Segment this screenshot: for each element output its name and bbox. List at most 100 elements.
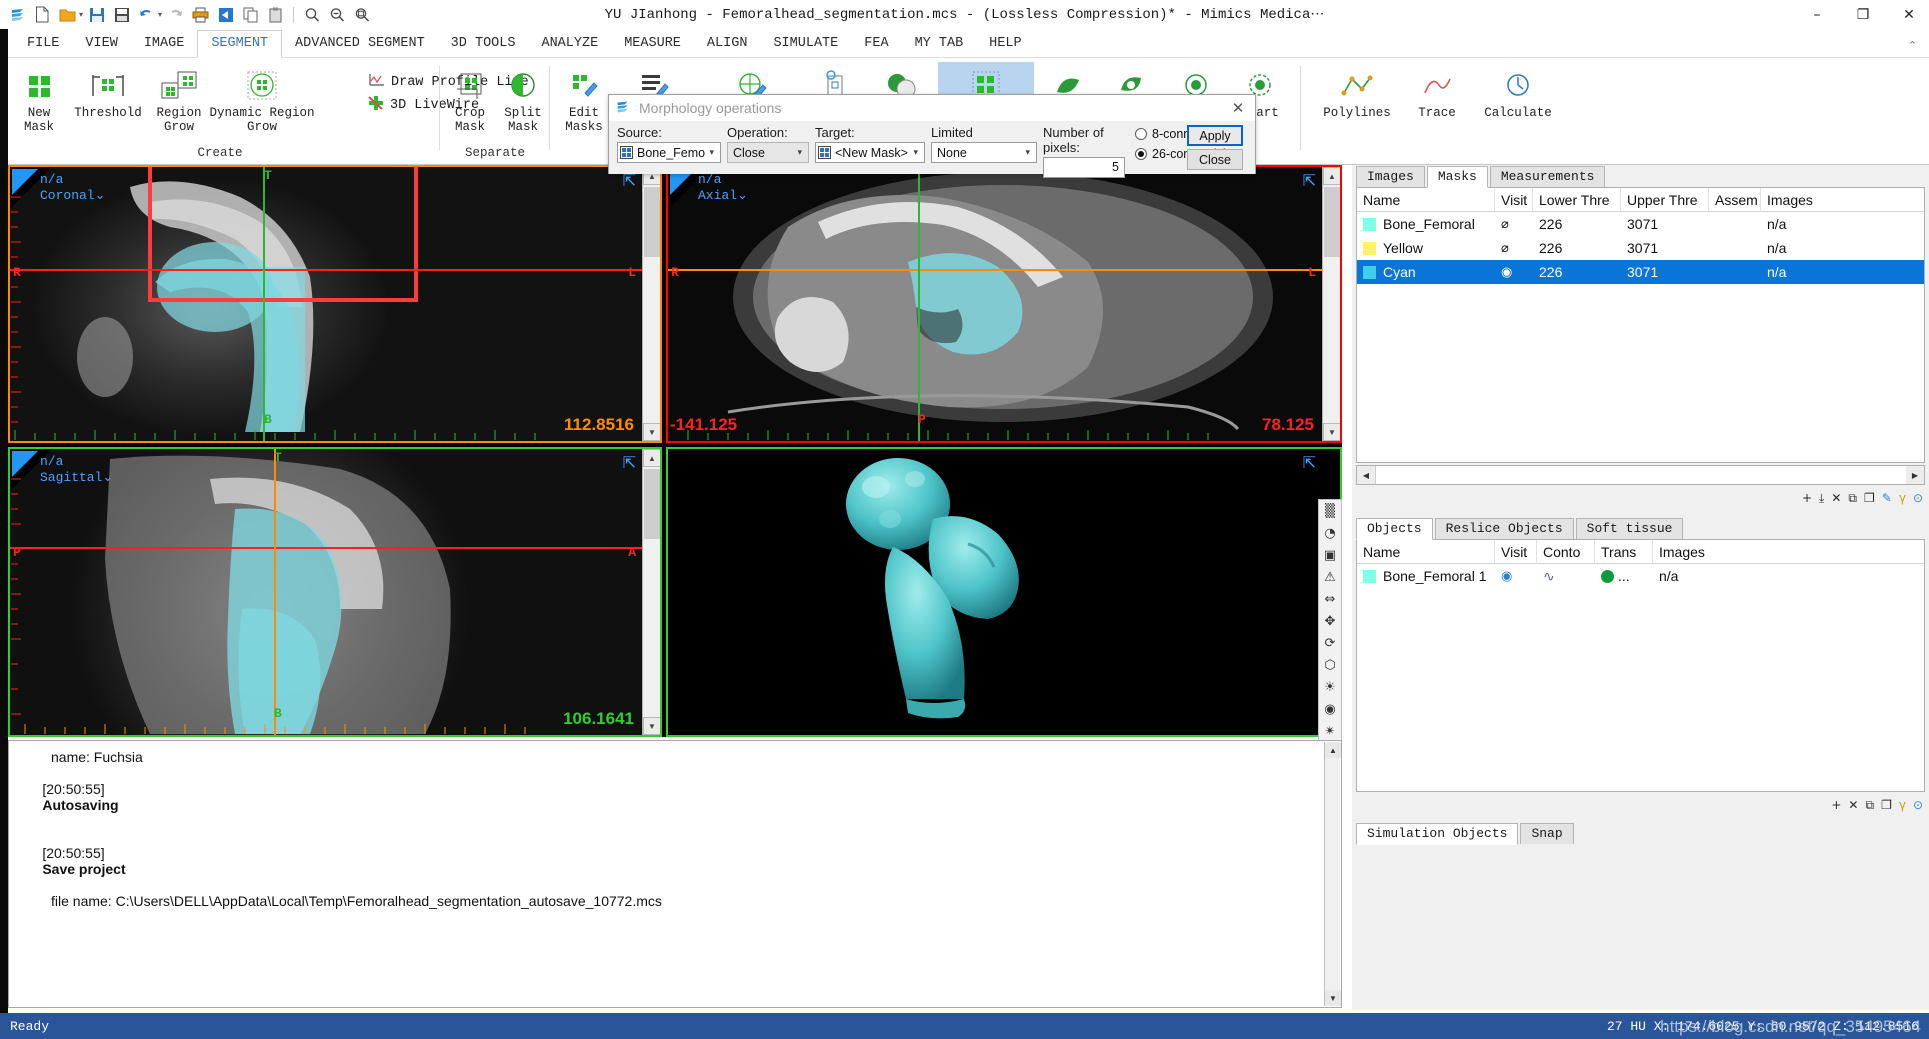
ribbon-region-grow[interactable]: Region Grow xyxy=(146,66,212,134)
object-transparency-swatch[interactable] xyxy=(1601,569,1614,583)
3d-expand-icon[interactable]: ⇱ xyxy=(1303,453,1316,473)
copy-object-icon[interactable]: ❐ xyxy=(1881,798,1892,812)
save-as-icon[interactable] xyxy=(110,4,133,26)
ribbon-split-mask[interactable]: Split Mask xyxy=(498,66,548,134)
tree-object-icon[interactable]: γ xyxy=(1899,798,1906,812)
rotate-icon[interactable]: ⟳ xyxy=(1319,632,1341,654)
sagittal-orientation-label[interactable]: Sagittal⌄ xyxy=(40,470,113,485)
menu-help[interactable]: HELP xyxy=(976,31,1034,57)
box-icon[interactable]: ⬡ xyxy=(1319,654,1341,676)
mask-visibility-icon[interactable]: ⌀ xyxy=(1495,217,1533,232)
scroll-down-icon[interactable]: ▼ xyxy=(643,717,660,735)
pixels-input[interactable]: 5 xyxy=(1043,157,1125,178)
target-dropdown[interactable]: <New Mask> ▾ xyxy=(815,142,925,163)
tab-measurements[interactable]: Measurements xyxy=(1489,166,1606,187)
redo-icon[interactable] xyxy=(164,4,187,26)
undo-dropdown-icon[interactable]: ▾ xyxy=(158,10,162,19)
axial-scrollbar[interactable]: ▲ ▼ xyxy=(1322,167,1340,441)
viewport-coronal[interactable]: n/a Coronal⌄ ⇱ T B R L 112.8516 ▲ ▼ xyxy=(8,165,662,443)
sagittal-expand-icon[interactable]: ⇱ xyxy=(623,453,636,473)
open-dropdown-icon[interactable]: ▾ xyxy=(79,10,83,19)
ribbon-edit-masks[interactable]: Edit Masks xyxy=(556,66,612,134)
scroll-up-icon[interactable]: ▲ xyxy=(643,449,660,467)
col-contour[interactable]: Conto xyxy=(1537,539,1595,564)
table-row[interactable]: Cyan ◉ 226 3071 n/a xyxy=(1357,260,1924,284)
apply-button[interactable]: Apply xyxy=(1187,125,1243,146)
coronal-scrollbar[interactable]: ▲ ▼ xyxy=(642,167,660,441)
zoom-in-icon[interactable] xyxy=(300,4,323,26)
menu-measure[interactable]: MEASURE xyxy=(611,31,694,57)
maximize-button[interactable]: ❐ xyxy=(1853,5,1873,25)
print-icon[interactable] xyxy=(189,4,212,26)
edit-mask-icon[interactable]: ✎ xyxy=(1882,491,1892,505)
table-row[interactable]: Yellow ⌀ 226 3071 n/a xyxy=(1357,236,1924,260)
scroll-up-icon[interactable]: ▲ xyxy=(1323,167,1340,185)
radio-8-connectivity[interactable] xyxy=(1135,128,1147,140)
scroll-thumb[interactable] xyxy=(1324,187,1340,257)
menu-analyze[interactable]: ANALYZE xyxy=(528,31,611,57)
copy-icon[interactable] xyxy=(239,4,262,26)
import-mask-icon[interactable]: ⤓ xyxy=(1819,491,1824,506)
add-object-icon[interactable]: + xyxy=(1831,798,1841,812)
scroll-left-icon[interactable]: ◀ xyxy=(1357,466,1375,484)
coronal-expand-icon[interactable]: ⇱ xyxy=(623,171,636,191)
open-project-icon[interactable] xyxy=(56,4,79,26)
col-transparency[interactable]: Trans xyxy=(1595,539,1653,564)
object-visibility-icon[interactable]: ◉ xyxy=(1495,569,1537,584)
copy-mask-icon[interactable]: ❐ xyxy=(1864,491,1875,505)
close-button[interactable]: Close xyxy=(1187,149,1243,170)
snap-icon[interactable]: ✴ xyxy=(1319,720,1341,742)
scroll-down-icon[interactable]: ▼ xyxy=(643,423,660,441)
tree-mask-icon[interactable]: γ xyxy=(1899,491,1906,505)
zoom-fit-icon[interactable] xyxy=(350,4,373,26)
table-row[interactable]: Bone_Femoral 1 ◉ ∿ ... n/a xyxy=(1357,564,1924,588)
tab-reslice-objects[interactable]: Reslice Objects xyxy=(1434,518,1574,539)
chevron-down-icon[interactable]: ▾ xyxy=(909,147,922,158)
delete-object-icon[interactable]: ✕ xyxy=(1848,798,1858,812)
col-visible[interactable]: Visit xyxy=(1495,539,1537,564)
duplicate-mask-icon[interactable]: ⧉ xyxy=(1848,491,1857,506)
globe-icon[interactable]: ◔ xyxy=(1319,522,1341,544)
duplicate-object-icon[interactable]: ⧉ xyxy=(1865,798,1874,813)
sagittal-scrollbar[interactable]: ▲ ▼ xyxy=(642,449,660,735)
tab-images[interactable]: Images xyxy=(1356,166,1425,187)
ribbon-new-mask[interactable]: New Mask xyxy=(8,66,70,134)
viewport-sagittal[interactable]: n/a Sagittal⌄ ⇱ T B P A 106.1641 ▲ ▼ xyxy=(8,447,662,737)
menu-segment[interactable]: SEGMENT xyxy=(197,30,283,58)
menu-my-tab[interactable]: MY TAB xyxy=(902,31,977,57)
new-project-icon[interactable] xyxy=(31,4,54,26)
chevron-down-icon[interactable]: ▾ xyxy=(1021,147,1034,158)
viewport-3d[interactable]: ⇱ xyxy=(666,447,1342,737)
object-transparency-more[interactable]: ... xyxy=(1618,568,1630,584)
light-icon[interactable]: ☀ xyxy=(1319,676,1341,698)
undo-icon[interactable] xyxy=(135,4,158,26)
radio-26-connectivity[interactable] xyxy=(1135,148,1147,160)
add-mask-icon[interactable]: + xyxy=(1802,491,1812,505)
col-lower-threshold[interactable]: Lower Thre xyxy=(1533,187,1621,212)
measure-icon[interactable]: ⇔ xyxy=(1319,588,1341,610)
minimize-button[interactable]: – xyxy=(1807,5,1827,25)
mask-visibility-icon[interactable]: ⌀ xyxy=(1495,241,1533,256)
save-icon[interactable] xyxy=(85,4,108,26)
menu-image[interactable]: IMAGE xyxy=(131,31,198,57)
operation-dropdown[interactable]: Close ▾ xyxy=(727,142,809,163)
dialog-close-icon[interactable]: ✕ xyxy=(1227,99,1249,117)
properties-object-icon[interactable]: ⊙ xyxy=(1913,798,1923,812)
menu-3d-tools[interactable]: 3D TOOLS xyxy=(438,31,529,57)
tab-soft-tissue[interactable]: Soft tissue xyxy=(1575,518,1684,539)
ribbon-collapse-icon[interactable]: ⌃ xyxy=(1908,39,1917,52)
log-scrollbar[interactable]: ▲ ▼ xyxy=(1324,742,1341,1006)
object-contour-icon[interactable]: ∿ xyxy=(1537,568,1595,585)
col-name[interactable]: Name xyxy=(1357,187,1495,212)
ribbon-trace[interactable]: Trace xyxy=(1404,66,1470,120)
ribbon-dynamic-region-grow[interactable]: Dynamic Region Grow xyxy=(206,66,318,134)
scroll-down-icon[interactable]: ▼ xyxy=(1323,423,1340,441)
menu-align[interactable]: ALIGN xyxy=(694,31,761,57)
zoom-out-icon[interactable] xyxy=(325,4,348,26)
axial-expand-icon[interactable]: ⇱ xyxy=(1303,171,1316,191)
ribbon-threshold[interactable]: Threshold xyxy=(72,66,144,120)
menu-fea[interactable]: FEA xyxy=(851,31,901,57)
ribbon-crop-mask[interactable]: Crop Mask xyxy=(444,66,496,134)
col-images[interactable]: Images xyxy=(1653,540,1893,564)
chevron-down-icon[interactable]: ▾ xyxy=(705,147,718,158)
